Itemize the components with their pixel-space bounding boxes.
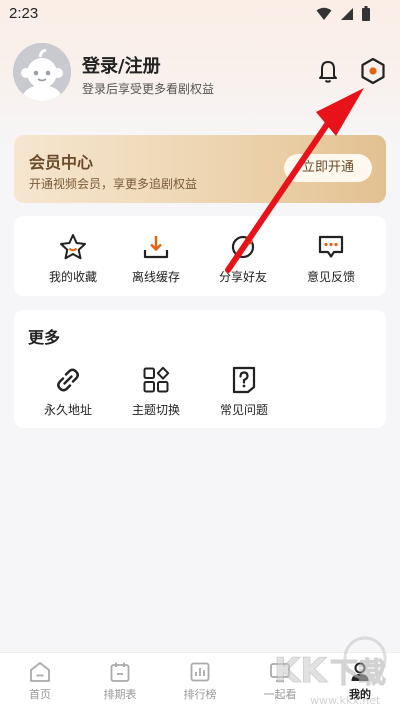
home-icon — [30, 662, 50, 682]
feature-label: 离线缓存 — [131, 270, 180, 284]
feature-label: 我的收藏 — [48, 270, 97, 284]
battery-icon — [362, 6, 370, 21]
svg-text:下载: 下载 — [330, 656, 386, 689]
nav-ranking[interactable]: 排行榜 — [160, 653, 240, 711]
feature-share-friends[interactable]: 分享好友 — [203, 232, 283, 285]
status-time: 2:23 — [9, 5, 39, 22]
svg-text:KK: KK — [274, 651, 328, 691]
nav-schedule[interactable]: 排期表 — [80, 653, 160, 711]
star-icon — [60, 234, 86, 260]
vip-center-card[interactable]: 会员中心 开通视频会员，享更多追剧权益 立即开通 — [14, 135, 386, 203]
login-register-title[interactable]: 登录/注册 — [82, 52, 161, 78]
feature-label: 意见反馈 — [306, 270, 355, 284]
nav-label: 排行榜 — [183, 688, 217, 701]
status-bar: 2:23 — [0, 0, 400, 30]
nav-label: 排期表 — [103, 688, 137, 701]
chart-icon — [190, 662, 210, 682]
nav-home[interactable]: 首页 — [0, 653, 80, 711]
share-icon — [231, 235, 255, 259]
feature-offline-cache[interactable]: 离线缓存 — [116, 232, 196, 285]
svg-text:www.kkx.net: www.kkx.net — [310, 694, 381, 707]
status-icons — [316, 6, 370, 21]
calendar-icon — [110, 662, 130, 682]
avatar-mascot-icon — [13, 43, 71, 101]
download-icon — [143, 236, 169, 259]
link-icon — [57, 368, 79, 392]
settings-hex-icon — [361, 57, 385, 85]
feature-label: 分享好友 — [218, 270, 267, 284]
feature-shortcuts-card: 我的收藏 离线缓存 分享好友 意见反馈 — [14, 216, 386, 296]
more-label: 常见问题 — [219, 403, 268, 417]
vip-subtitle: 开通视频会员，享更多追剧权益 — [29, 177, 198, 191]
open-vip-button[interactable]: 立即开通 — [284, 154, 372, 182]
login-register-subtitle: 登录后享受更多看剧权益 — [82, 82, 215, 96]
more-faq[interactable]: 常见问题 — [204, 365, 284, 418]
signal-icon — [341, 7, 353, 20]
more-section-card: 更多 永久地址 主题切换 常见问题 — [14, 310, 386, 428]
settings-button[interactable] — [358, 56, 388, 86]
notification-button[interactable] — [314, 57, 342, 85]
vip-title: 会员中心 — [29, 153, 94, 172]
more-label: 主题切换 — [131, 403, 180, 417]
kkx-watermark-logo: KK 下载 www.kkx.net — [274, 636, 387, 707]
nav-label: 首页 — [29, 688, 51, 701]
avatar[interactable] — [13, 43, 71, 101]
more-label: 永久地址 — [43, 403, 92, 417]
theme-grid-icon — [143, 366, 170, 393]
bell-icon — [319, 61, 337, 83]
more-title: 更多 — [28, 328, 61, 347]
feedback-icon — [318, 235, 344, 258]
feature-feedback[interactable]: 意见反馈 — [291, 232, 371, 285]
more-theme-switch[interactable]: 主题切换 — [116, 365, 196, 418]
more-permanent-address[interactable]: 永久地址 — [28, 365, 108, 418]
faq-icon — [232, 366, 256, 394]
wifi-icon — [316, 7, 332, 20]
feature-favorites[interactable]: 我的收藏 — [33, 232, 113, 285]
